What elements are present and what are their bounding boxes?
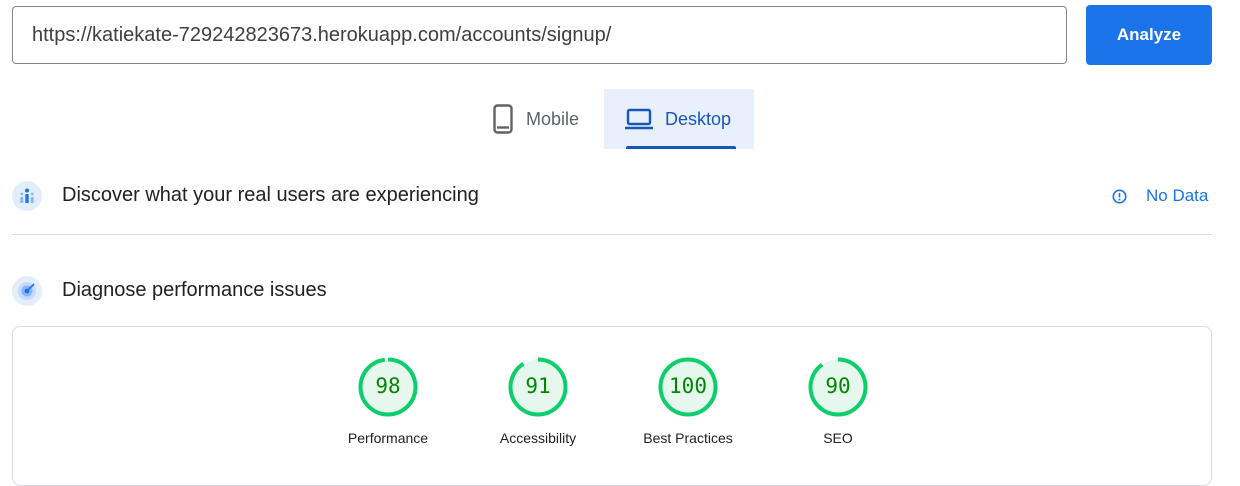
diagnose-radar-icon xyxy=(12,276,42,306)
tab-mobile[interactable]: Mobile xyxy=(478,89,604,149)
gauge-label: Performance xyxy=(347,430,429,446)
laptop-icon xyxy=(625,108,653,130)
gauge-performance[interactable]: 98 Performance xyxy=(328,356,448,446)
info-icon xyxy=(1112,189,1127,204)
score-value: 100 xyxy=(669,374,707,398)
tab-desktop-label: Desktop xyxy=(665,108,732,129)
selected-tab-indicator xyxy=(626,146,736,149)
url-input[interactable] xyxy=(12,6,1067,64)
gauge-label: Accessibility xyxy=(499,430,577,446)
score-value: 90 xyxy=(825,374,851,398)
gauge-label: Best Practices xyxy=(643,430,733,446)
field-data-title: Discover what your real users are experi… xyxy=(62,184,479,206)
score-value: 91 xyxy=(525,374,551,398)
gauge-seo[interactable]: 90 SEO xyxy=(778,356,898,446)
no-data-link[interactable]: No Data xyxy=(1112,186,1208,206)
smartphone-icon xyxy=(492,104,514,134)
scores-card: 98 Performance 91 Accessibility 100 Best… xyxy=(12,326,1212,486)
score-value: 98 xyxy=(375,374,401,398)
no-data-label: No Data xyxy=(1146,186,1209,205)
lab-data-title: Diagnose performance issues xyxy=(62,279,327,301)
tab-desktop[interactable]: Desktop xyxy=(604,89,754,149)
gauge-best-practices[interactable]: 100 Best Practices xyxy=(628,356,748,446)
gauge-accessibility[interactable]: 91 Accessibility xyxy=(478,356,598,446)
analyze-button[interactable]: Analyze xyxy=(1086,5,1212,65)
users-chart-icon xyxy=(12,181,42,211)
gauge-label: SEO xyxy=(823,430,853,446)
section-divider xyxy=(12,234,1212,235)
tab-mobile-label: Mobile xyxy=(526,108,580,129)
